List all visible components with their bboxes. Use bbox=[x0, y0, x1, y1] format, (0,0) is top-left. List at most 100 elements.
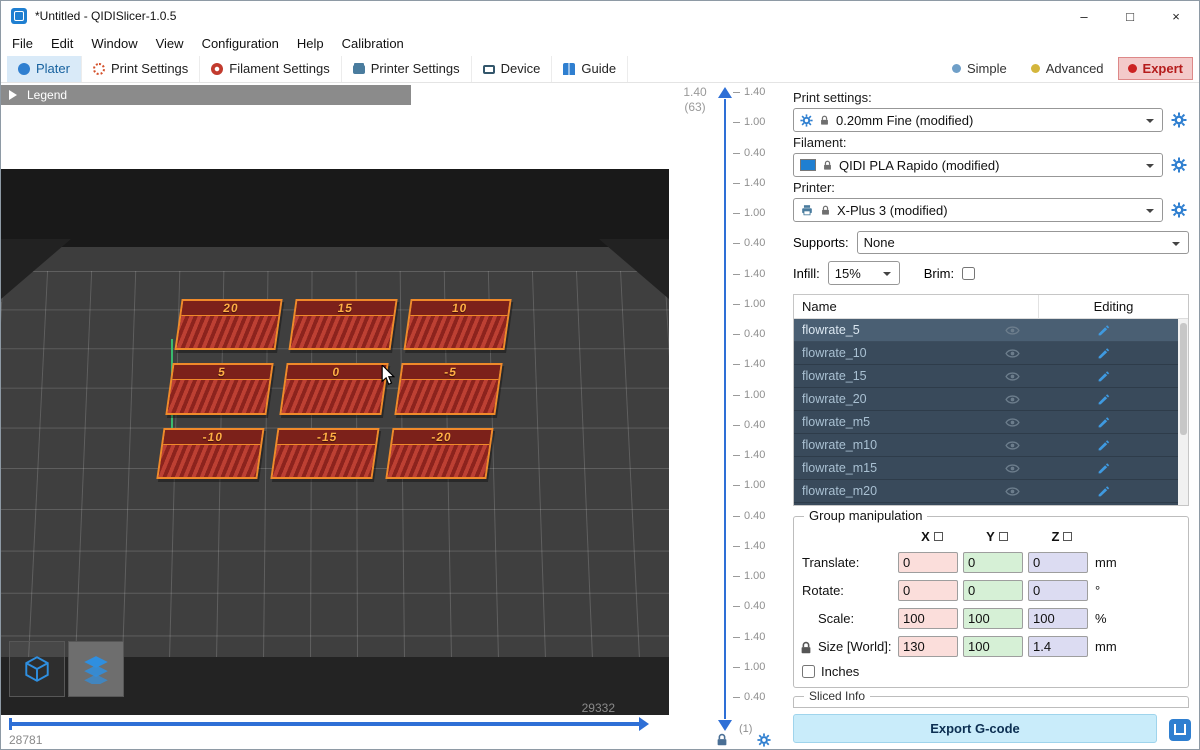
filament-edit-gear-icon[interactable] bbox=[1169, 155, 1189, 175]
filament-combo[interactable]: QIDI PLA Rapido (modified) bbox=[793, 153, 1163, 177]
edit-object-icon[interactable] bbox=[1028, 370, 1178, 383]
print-settings-combo[interactable]: 0.20mm Fine (modified) bbox=[793, 108, 1163, 132]
horizontal-move-slider[interactable] bbox=[9, 722, 639, 726]
export-gcode-button[interactable]: Export G-code bbox=[793, 714, 1157, 743]
tab[interactable]: Printer Settings bbox=[342, 56, 472, 82]
object-list-row[interactable]: flowrate_10 bbox=[794, 342, 1178, 365]
title-bar: *Untitled - QIDISlicer-1.0.5 – □ × bbox=[1, 1, 1199, 31]
z-value-field[interactable] bbox=[1028, 552, 1088, 573]
mode-button[interactable]: Advanced bbox=[1021, 57, 1114, 80]
object-list-row[interactable]: flowrate_5 bbox=[794, 319, 1178, 342]
tab[interactable]: Guide bbox=[552, 56, 628, 82]
printer-edit-gear-icon[interactable] bbox=[1169, 200, 1189, 220]
layer-tick: 1.00 bbox=[733, 117, 781, 128]
layers-preview-button[interactable] bbox=[68, 641, 124, 697]
edit-object-icon[interactable] bbox=[1028, 439, 1178, 452]
visibility-eye-icon[interactable] bbox=[996, 417, 1028, 428]
edit-object-icon[interactable] bbox=[1028, 347, 1178, 360]
edit-object-icon[interactable] bbox=[1028, 485, 1178, 498]
menu-item[interactable]: Calibration bbox=[333, 34, 413, 53]
edit-object-icon[interactable] bbox=[1028, 324, 1178, 337]
flowrate-value-label: -20 bbox=[392, 430, 491, 445]
flowrate-test-object[interactable]: -15 bbox=[271, 428, 380, 479]
visibility-eye-icon[interactable] bbox=[996, 371, 1028, 382]
visibility-eye-icon[interactable] bbox=[996, 440, 1028, 451]
y-value-field[interactable] bbox=[963, 580, 1023, 601]
flowrate-test-object[interactable]: 15 bbox=[289, 299, 398, 350]
tab[interactable]: Device bbox=[472, 56, 553, 82]
x-value-field[interactable] bbox=[898, 580, 958, 601]
scrollbar-thumb[interactable] bbox=[1180, 323, 1187, 435]
flowrate-test-object[interactable]: 10 bbox=[403, 299, 512, 350]
flowrate-test-object[interactable]: -10 bbox=[156, 428, 265, 479]
infill-combo[interactable]: 15% bbox=[828, 261, 900, 285]
edit-object-icon[interactable] bbox=[1028, 462, 1178, 475]
print-settings-edit-gear-icon[interactable] bbox=[1169, 110, 1189, 130]
tick-mark bbox=[733, 606, 740, 607]
uniform-scale-lock-icon[interactable] bbox=[799, 641, 813, 655]
visibility-eye-icon[interactable] bbox=[996, 394, 1028, 405]
mode-button[interactable]: Expert bbox=[1118, 57, 1193, 80]
mode-label: Simple bbox=[967, 61, 1007, 76]
z-value-field[interactable] bbox=[1028, 580, 1088, 601]
tab[interactable]: Print Settings bbox=[82, 56, 200, 82]
3d-viewport[interactable]: Legend 20 15 10 5 bbox=[1, 83, 673, 749]
printer-combo[interactable]: X-Plus 3 (modified) bbox=[793, 198, 1163, 222]
x-value-field[interactable] bbox=[898, 552, 958, 573]
tab[interactable]: Plater bbox=[7, 56, 82, 82]
visibility-eye-icon[interactable] bbox=[996, 348, 1028, 359]
object-list-row[interactable]: flowrate_m10 bbox=[794, 434, 1178, 457]
y-value-field[interactable] bbox=[963, 608, 1023, 629]
visibility-eye-icon[interactable] bbox=[996, 463, 1028, 474]
flowrate-test-object[interactable]: 20 bbox=[174, 299, 283, 350]
edit-object-icon[interactable] bbox=[1028, 416, 1178, 429]
visibility-eye-icon[interactable] bbox=[996, 325, 1028, 336]
inches-checkbox[interactable] bbox=[802, 665, 815, 678]
flowrate-object-body bbox=[168, 380, 270, 412]
minimize-button[interactable]: – bbox=[1061, 1, 1107, 31]
maximize-button[interactable]: □ bbox=[1107, 1, 1153, 31]
legend-bar[interactable]: Legend bbox=[1, 85, 411, 105]
mode-button[interactable]: Simple bbox=[942, 57, 1017, 80]
object-list-row[interactable]: flowrate_m20 bbox=[794, 480, 1178, 503]
x-value-field[interactable] bbox=[898, 636, 958, 657]
menu-item[interactable]: View bbox=[147, 34, 193, 53]
flowrate-test-object[interactable]: 0 bbox=[280, 363, 389, 414]
one-layer-lock-icon[interactable] bbox=[715, 733, 729, 747]
brim-checkbox[interactable] bbox=[962, 267, 975, 280]
layer-slider-track[interactable] bbox=[724, 99, 726, 719]
supports-combo[interactable]: None bbox=[857, 231, 1189, 254]
object-name: flowrate_m10 bbox=[794, 438, 996, 452]
menu-item[interactable]: Edit bbox=[42, 34, 82, 53]
flowrate-test-object[interactable]: -20 bbox=[385, 428, 494, 479]
menu-item[interactable]: Help bbox=[288, 34, 333, 53]
group-manipulation-title: Group manipulation bbox=[804, 508, 927, 523]
z-value-field[interactable] bbox=[1028, 636, 1088, 657]
z-value-field[interactable] bbox=[1028, 608, 1088, 629]
x-value-field[interactable] bbox=[898, 608, 958, 629]
visibility-eye-icon[interactable] bbox=[996, 486, 1028, 497]
object-list-row[interactable]: flowrate_m5 bbox=[794, 411, 1178, 434]
tick-mark bbox=[733, 546, 740, 547]
print-settings-value: 0.20mm Fine (modified) bbox=[836, 113, 973, 128]
flowrate-test-object[interactable]: 5 bbox=[165, 363, 274, 414]
send-to-device-icon[interactable] bbox=[1169, 719, 1191, 741]
object-list-scrollbar[interactable] bbox=[1178, 319, 1188, 505]
object-list-row[interactable]: flowrate_20 bbox=[794, 388, 1178, 411]
y-value-field[interactable] bbox=[963, 552, 1023, 573]
menu-item[interactable]: Configuration bbox=[193, 34, 288, 53]
flowrate-object-body bbox=[387, 445, 489, 477]
edit-object-icon[interactable] bbox=[1028, 393, 1178, 406]
close-button[interactable]: × bbox=[1153, 1, 1199, 31]
3d-view-button[interactable] bbox=[9, 641, 65, 697]
object-list-row[interactable]: flowrate_15 bbox=[794, 365, 1178, 388]
object-list-row[interactable]: flowrate_m15 bbox=[794, 457, 1178, 480]
layer-tick: 1.00 bbox=[733, 480, 781, 491]
menu-item[interactable]: Window bbox=[82, 34, 146, 53]
slider-settings-gear-icon[interactable] bbox=[757, 733, 771, 747]
build-plate-scene[interactable]: 20 15 10 5 0 -5 -10 bbox=[1, 169, 669, 715]
flowrate-test-object[interactable]: -5 bbox=[394, 363, 503, 414]
y-value-field[interactable] bbox=[963, 636, 1023, 657]
menu-item[interactable]: File bbox=[3, 34, 42, 53]
tab[interactable]: Filament Settings bbox=[200, 56, 341, 82]
